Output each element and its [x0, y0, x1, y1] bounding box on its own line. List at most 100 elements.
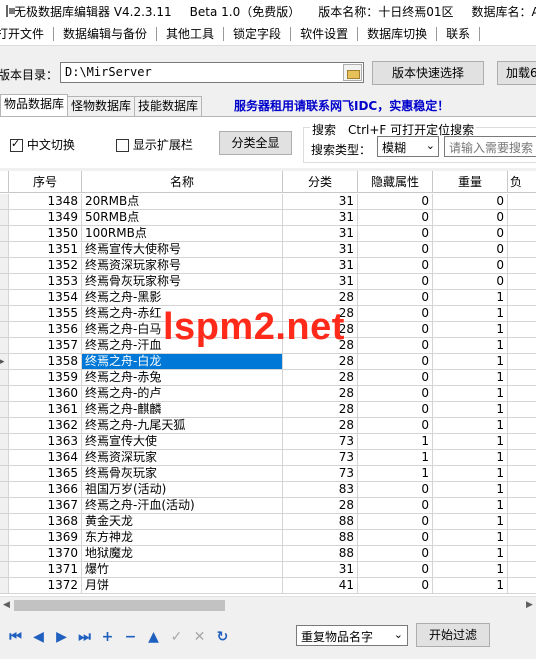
- row-indicator[interactable]: [0, 546, 9, 562]
- cell-name[interactable]: 终焉之舟-的卢: [82, 386, 283, 402]
- cell-category[interactable]: 31: [283, 562, 358, 578]
- cell-extra[interactable]: [508, 258, 536, 274]
- cell-name[interactable]: 终焉之舟-赤兔: [82, 370, 283, 386]
- horizontal-scrollbar[interactable]: ◀ ▶: [0, 596, 536, 613]
- column-header-category[interactable]: 分类: [283, 171, 358, 193]
- cell-category[interactable]: 88: [283, 530, 358, 546]
- cell-name[interactable]: 终焉资深玩家称号: [82, 258, 283, 274]
- cell-name[interactable]: 终焉之舟-黑影: [82, 290, 283, 306]
- tab-monsters[interactable]: 怪物数据库: [67, 96, 136, 116]
- menu-item[interactable]: 锁定字段: [224, 26, 292, 41]
- edit-record-icon[interactable]: ▲: [142, 628, 165, 646]
- cell-id[interactable]: 1355: [9, 306, 82, 322]
- cell-weight[interactable]: 1: [433, 514, 508, 530]
- row-indicator[interactable]: [0, 242, 9, 258]
- cell-id[interactable]: 1369: [9, 530, 82, 546]
- cell-id[interactable]: 1363: [9, 434, 82, 450]
- cell-category[interactable]: 28: [283, 386, 358, 402]
- cell-id[interactable]: 1371: [9, 562, 82, 578]
- table-row[interactable]: 1363 终焉宣传大使 73 1 1: [0, 434, 536, 450]
- cell-name[interactable]: 终焉资深玩家: [82, 450, 283, 466]
- scroll-left-icon[interactable]: ◀: [3, 600, 10, 610]
- cell-weight[interactable]: 1: [433, 578, 508, 594]
- row-indicator[interactable]: [0, 258, 9, 274]
- table-row[interactable]: 1369 东方神龙 88 0 1: [0, 530, 536, 546]
- cell-id[interactable]: 1348: [9, 194, 82, 210]
- cell-extra[interactable]: [508, 386, 536, 402]
- cell-id[interactable]: 1361: [9, 402, 82, 418]
- cell-extra[interactable]: [508, 418, 536, 434]
- cell-hidden[interactable]: 0: [358, 242, 433, 258]
- cell-category[interactable]: 73: [283, 450, 358, 466]
- cell-extra[interactable]: [508, 226, 536, 242]
- cell-name[interactable]: 祖国万岁(活动): [82, 482, 283, 498]
- search-input[interactable]: 请输入需要搜索: [444, 136, 536, 157]
- cell-hidden[interactable]: 0: [358, 546, 433, 562]
- cell-id[interactable]: 1350: [9, 226, 82, 242]
- cell-id[interactable]: 1349: [9, 210, 82, 226]
- cell-weight[interactable]: 1: [433, 402, 508, 418]
- table-row[interactable]: 1365 终焉骨灰玩家 73 1 1: [0, 466, 536, 482]
- cell-extra[interactable]: [508, 530, 536, 546]
- cell-weight[interactable]: 1: [433, 338, 508, 354]
- table-row[interactable]: 1354 终焉之舟-黑影 28 0 1: [0, 290, 536, 306]
- cell-hidden[interactable]: 1: [358, 434, 433, 450]
- cell-name[interactable]: 终焉骨灰玩家称号: [82, 274, 283, 290]
- cell-extra[interactable]: [508, 562, 536, 578]
- cell-extra[interactable]: [508, 370, 536, 386]
- cell-weight[interactable]: 0: [433, 210, 508, 226]
- row-indicator[interactable]: [0, 530, 9, 546]
- cell-weight[interactable]: 1: [433, 450, 508, 466]
- cell-weight[interactable]: 1: [433, 386, 508, 402]
- cell-id[interactable]: 1359: [9, 370, 82, 386]
- cell-id[interactable]: 1366: [9, 482, 82, 498]
- cell-category[interactable]: 28: [283, 370, 358, 386]
- quick-select-button[interactable]: 版本快速选择: [372, 61, 484, 85]
- cell-id[interactable]: 1356: [9, 322, 82, 338]
- cell-weight[interactable]: 1: [433, 498, 508, 514]
- cell-id[interactable]: 1351: [9, 242, 82, 258]
- cell-category[interactable]: 28: [283, 290, 358, 306]
- cell-hidden[interactable]: 0: [358, 322, 433, 338]
- table-row[interactable]: 1351 终焉宣传大使称号 31 0 0: [0, 242, 536, 258]
- extension-column-checkbox[interactable]: 显示扩展栏: [116, 136, 193, 153]
- cell-id[interactable]: 1365: [9, 466, 82, 482]
- search-type-select[interactable]: 模糊 ⌄: [377, 136, 439, 157]
- prior-record-icon[interactable]: ◀: [27, 628, 50, 646]
- cell-category[interactable]: 31: [283, 210, 358, 226]
- cell-weight[interactable]: 1: [433, 290, 508, 306]
- table-row[interactable]: 1358终焉之舟-白龙2801: [0, 354, 536, 370]
- column-header-extra[interactable]: 负: [508, 171, 536, 193]
- post-record-icon[interactable]: ✓: [165, 628, 188, 646]
- cell-weight[interactable]: 1: [433, 546, 508, 562]
- menu-item[interactable]: 其他工具: [157, 26, 225, 41]
- cell-weight[interactable]: 0: [433, 194, 508, 210]
- cell-id[interactable]: 1370: [9, 546, 82, 562]
- menu-item[interactable]: 数据编辑与备份: [54, 26, 158, 41]
- cell-id[interactable]: 1372: [9, 578, 82, 594]
- cell-hidden[interactable]: 0: [358, 578, 433, 594]
- cell-name[interactable]: 终焉之舟-白龙: [82, 354, 283, 370]
- cell-name[interactable]: 东方神龙: [82, 530, 283, 546]
- cell-category[interactable]: 88: [283, 514, 358, 530]
- cell-hidden[interactable]: 0: [358, 402, 433, 418]
- cell-hidden[interactable]: 0: [358, 258, 433, 274]
- menu-item[interactable]: 联系: [437, 26, 481, 41]
- cell-id[interactable]: 1367: [9, 498, 82, 514]
- menu-item[interactable]: 打开文件: [0, 26, 55, 41]
- cell-weight[interactable]: 1: [433, 322, 508, 338]
- cell-extra[interactable]: [508, 322, 536, 338]
- start-filter-button[interactable]: 开始过滤: [416, 623, 490, 647]
- cell-category[interactable]: 28: [283, 402, 358, 418]
- cell-extra[interactable]: [508, 482, 536, 498]
- cell-name[interactable]: 终焉之舟-麒麟: [82, 402, 283, 418]
- cell-id[interactable]: 1358: [9, 354, 82, 370]
- row-indicator[interactable]: [0, 402, 9, 418]
- cell-hidden[interactable]: 0: [358, 418, 433, 434]
- table-row[interactable]: 1350 100RMB点 31 0 0: [0, 226, 536, 242]
- cell-extra[interactable]: [508, 194, 536, 210]
- cell-hidden[interactable]: 0: [358, 306, 433, 322]
- table-row[interactable]: 1360 终焉之舟-的卢 28 0 1: [0, 386, 536, 402]
- cell-name[interactable]: 地狱魔龙: [82, 546, 283, 562]
- cell-extra[interactable]: [508, 402, 536, 418]
